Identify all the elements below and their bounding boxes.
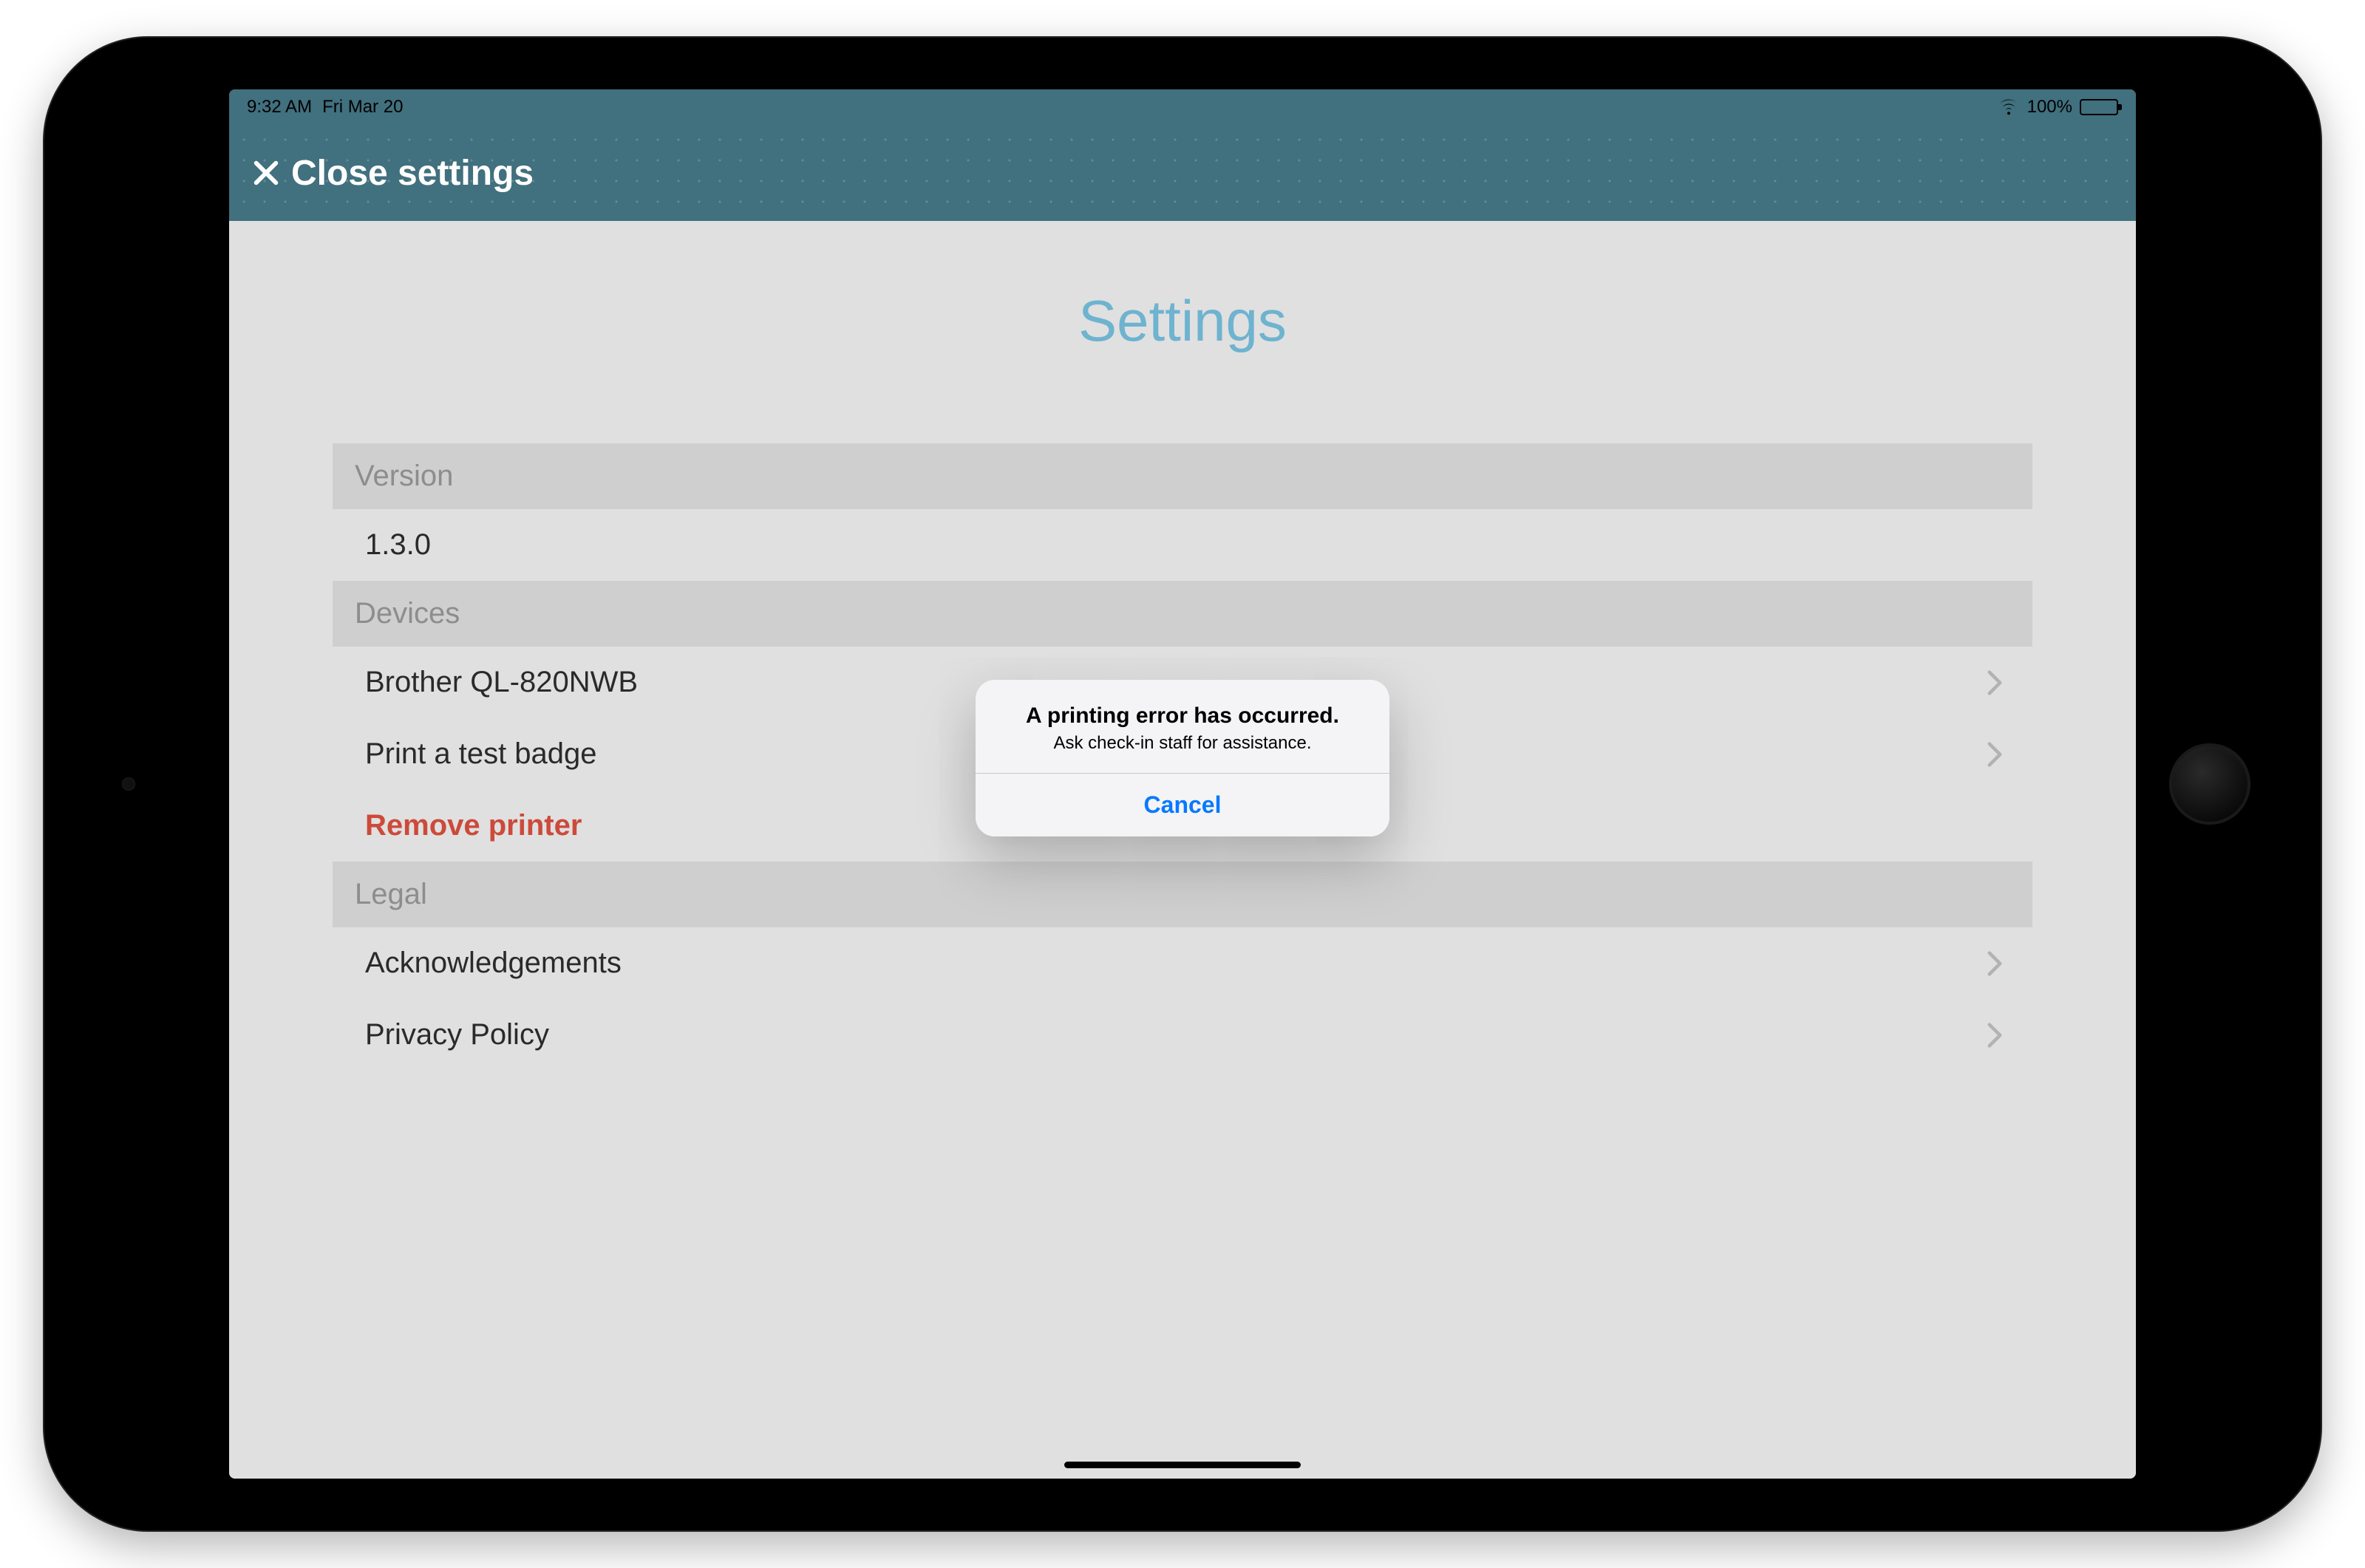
status-date: Fri Mar 20	[322, 97, 403, 117]
ipad-frame: 9:32 AM Fri Mar 20 100% Close settings	[44, 38, 2321, 1530]
privacy-policy-label: Privacy Policy	[365, 1018, 549, 1051]
section-header-version: Version	[333, 443, 2032, 509]
status-time: 9:32 AM	[247, 97, 312, 117]
alert-message: Ask check-in staff for assistance.	[998, 733, 1367, 754]
nav-bar: Close settings	[229, 125, 2136, 221]
status-bar: 9:32 AM Fri Mar 20 100%	[229, 89, 2136, 125]
chevron-right-icon	[1987, 669, 2003, 696]
close-icon	[251, 158, 281, 188]
wifi-icon	[1998, 99, 2020, 115]
privacy-policy-row[interactable]: Privacy Policy	[333, 999, 2032, 1071]
section-header-legal: Legal	[333, 862, 2032, 927]
front-camera	[122, 777, 135, 791]
remove-printer-label: Remove printer	[365, 809, 582, 842]
chevron-right-icon	[1987, 950, 2003, 977]
alert-title: A printing error has occurred.	[998, 703, 1367, 729]
close-settings-label: Close settings	[291, 153, 534, 194]
version-row: 1.3.0	[333, 509, 2032, 581]
close-settings-button[interactable]: Close settings	[251, 153, 534, 194]
screen: 9:32 AM Fri Mar 20 100% Close settings	[229, 89, 2136, 1479]
acknowledgements-row[interactable]: Acknowledgements	[333, 927, 2032, 999]
home-indicator[interactable]	[1064, 1462, 1301, 1468]
status-battery-pct: 100%	[2027, 97, 2072, 117]
acknowledgements-label: Acknowledgements	[365, 947, 622, 980]
print-test-badge-label: Print a test badge	[365, 737, 597, 771]
battery-icon	[2080, 99, 2118, 115]
home-button[interactable]	[2169, 743, 2250, 825]
printer-name: Brother QL-820NWB	[365, 666, 638, 699]
chevron-right-icon	[1987, 741, 2003, 768]
content: Settings Version 1.3.0 Devices Brother Q…	[229, 221, 2136, 1479]
section-header-devices: Devices	[333, 581, 2032, 647]
alert-cancel-button[interactable]: Cancel	[976, 774, 1389, 836]
page-title: Settings	[333, 287, 2032, 355]
chevron-right-icon	[1987, 1022, 2003, 1049]
alert-dialog: A printing error has occurred. Ask check…	[976, 680, 1389, 836]
version-value: 1.3.0	[365, 528, 431, 562]
